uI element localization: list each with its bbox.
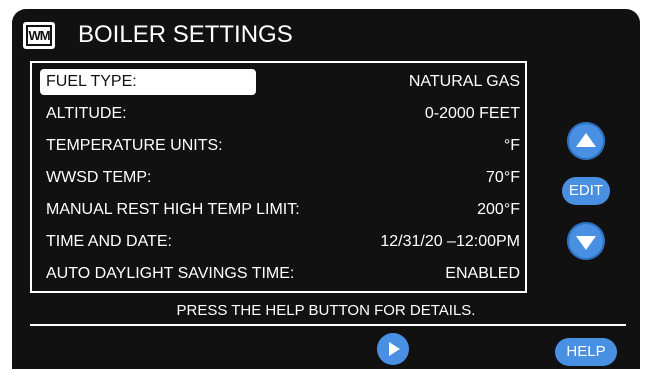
down-arrow-icon xyxy=(576,236,596,250)
page-title: BOILER SETTINGS xyxy=(78,21,293,48)
setting-row-high-temp-limit[interactable]: MANUAL REST HIGH TEMP LIMIT: 200°F xyxy=(40,197,520,223)
setting-row-fuel-type[interactable]: FUEL TYPE: NATURAL GAS xyxy=(40,69,520,95)
up-arrow-icon xyxy=(576,133,596,147)
setting-row-daylight-savings[interactable]: AUTO DAYLIGHT SAVINGS TIME: ENABLED xyxy=(40,261,520,287)
footer-divider xyxy=(30,324,626,326)
setting-row-wwsd-temp[interactable]: WWSD TEMP: 70°F xyxy=(40,165,520,191)
setting-row-temperature-units[interactable]: TEMPERATURE UNITS: °F xyxy=(40,133,520,159)
setting-label: AUTO DAYLIGHT SAVINGS TIME: xyxy=(46,265,295,282)
help-button[interactable]: HELP xyxy=(555,338,617,366)
logo-mark: WM xyxy=(26,25,52,46)
setting-value: 0-2000 FEET xyxy=(424,105,520,122)
setting-row-altitude[interactable]: ALTITUDE: 0-2000 FEET xyxy=(40,101,520,127)
setting-value: 200°F xyxy=(477,201,520,218)
settings-panel: FUEL TYPE: NATURAL GAS ALTITUDE: 0-2000 … xyxy=(30,61,527,293)
scroll-down-button[interactable] xyxy=(567,222,605,260)
setting-value: ENABLED xyxy=(445,265,520,282)
setting-label: TEMPERATURE UNITS: xyxy=(46,137,223,154)
next-button[interactable] xyxy=(377,333,409,365)
setting-value: 70°F xyxy=(486,169,520,186)
setting-label: TIME AND DATE: xyxy=(46,233,172,250)
boiler-screen: WM BOILER SETTINGS FUEL TYPE: NATURAL GA… xyxy=(12,9,640,369)
edit-button[interactable]: EDIT xyxy=(562,177,610,205)
setting-label: MANUAL REST HIGH TEMP LIMIT: xyxy=(46,201,300,218)
brand-logo: WM xyxy=(23,22,55,49)
setting-label: WWSD TEMP: xyxy=(46,169,152,186)
setting-row-time-and-date[interactable]: TIME AND DATE: 12/31/20 –12:00PM xyxy=(40,229,520,255)
scroll-up-button[interactable] xyxy=(567,122,605,160)
setting-value: NATURAL GAS xyxy=(408,73,520,90)
setting-label: ALTITUDE: xyxy=(46,105,127,122)
setting-value: 12/31/20 –12:00PM xyxy=(380,233,520,250)
setting-label: FUEL TYPE: xyxy=(40,69,256,95)
help-hint: PRESS THE HELP BUTTON FOR DETAILS. xyxy=(176,302,476,319)
play-icon xyxy=(389,342,400,356)
setting-value: °F xyxy=(503,137,520,154)
